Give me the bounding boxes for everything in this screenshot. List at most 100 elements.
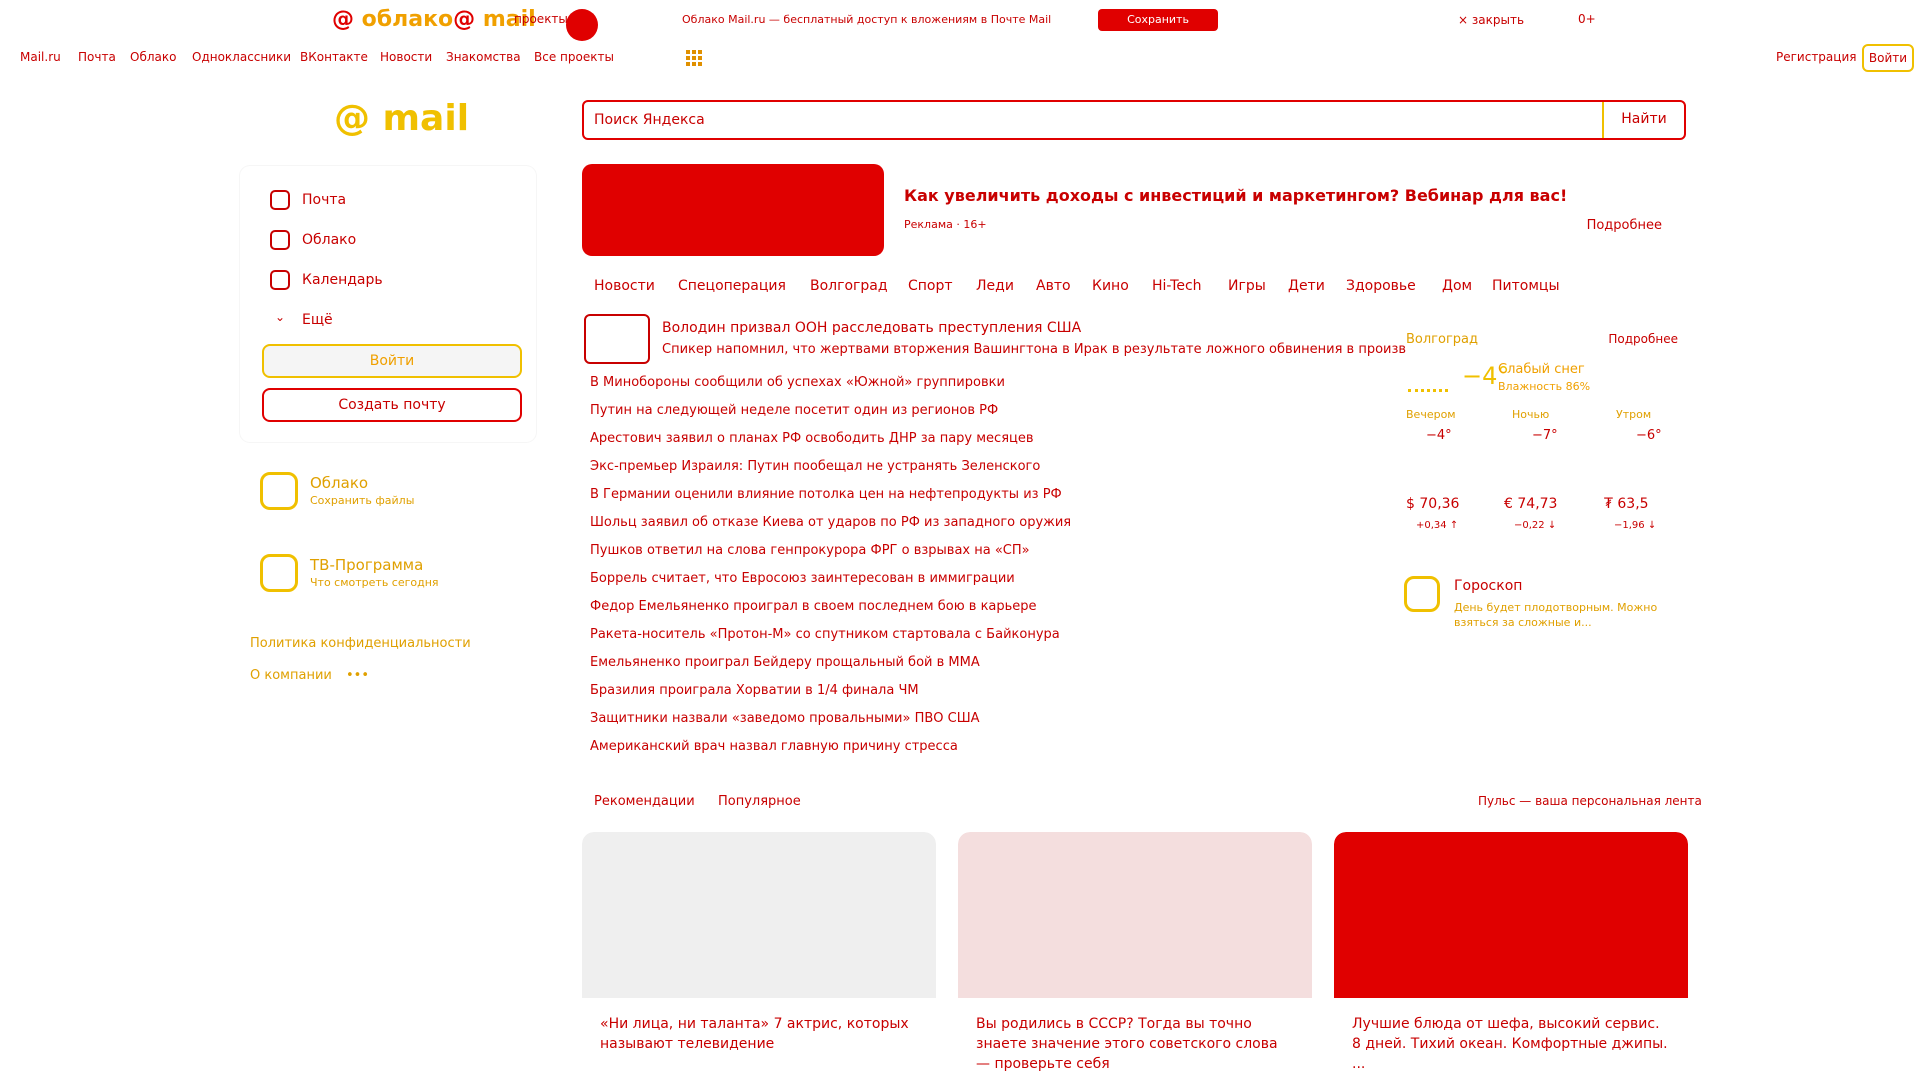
- weather-more-link[interactable]: Подробнее: [1608, 332, 1678, 346]
- about-link[interactable]: О компании •••: [250, 668, 369, 683]
- horoscope-text: День будет плодотворным. Можно взяться з…: [1454, 601, 1658, 629]
- news-item[interactable]: Бразилия проиграла Хорватии в 1/4 финала…: [590, 683, 919, 698]
- news-item[interactable]: В Германии оценили влияние потолка цен н…: [590, 487, 1062, 502]
- news-item[interactable]: Пушков ответил на слова генпрокурора ФРГ…: [590, 543, 1030, 558]
- tab-hitech[interactable]: Hi-Tech: [1152, 278, 1202, 294]
- news-item[interactable]: Шольц заявил об отказе Киева от ударов п…: [590, 515, 1071, 530]
- sidebar-item-calendar[interactable]: Календарь: [270, 270, 383, 290]
- news-item[interactable]: Боррель считает, что Евросоюз заинтересо…: [590, 571, 1015, 586]
- mail-logo[interactable]: @ mail: [334, 98, 469, 139]
- sidebar-login-button[interactable]: Войти: [262, 344, 522, 378]
- currency-widget[interactable]: $ 70,36 +0,34 ↑ € 74,73 −0,22 ↓ ₮ 63,5 −…: [1396, 480, 1688, 546]
- tab-special[interactable]: Спецоперация: [678, 278, 786, 294]
- news-item[interactable]: Федор Емельяненко проиграл в своем после…: [590, 599, 1037, 614]
- rate-eur: € 74,73: [1504, 496, 1558, 512]
- register-link[interactable]: Регистрация: [1776, 50, 1856, 64]
- tv-icon: [260, 554, 298, 592]
- promo-tv[interactable]: ТВ-Программа Что смотреть сегодня: [240, 542, 536, 618]
- nav-item-all-projects[interactable]: Все проекты: [534, 50, 614, 64]
- tab-games[interactable]: Игры: [1228, 278, 1266, 294]
- news-item[interactable]: Путин на следующей неделе посетит один и…: [590, 403, 998, 418]
- weather-part-label: Вечером: [1406, 408, 1456, 421]
- tab-auto[interactable]: Авто: [1036, 278, 1071, 294]
- feed-card[interactable]: Вы родились в СССР? Тогда вы точно знает…: [958, 832, 1312, 1080]
- horoscope-icon: [1404, 576, 1440, 612]
- nav-item-news[interactable]: Новости: [380, 50, 432, 64]
- tab-popular[interactable]: Популярное: [718, 794, 801, 809]
- weather-part-temp: −7°: [1532, 428, 1558, 443]
- sidebar-item-mail[interactable]: Почта: [270, 190, 346, 210]
- horoscope-title: Гороскоп: [1454, 578, 1523, 594]
- lead-news-image[interactable]: [584, 314, 650, 364]
- news-item[interactable]: Защитники назвали «заведомо провальными»…: [590, 711, 980, 726]
- lead-news-subtitle: Спикер напомнил, что жертвами вторжения …: [662, 342, 1407, 357]
- nav-item-vk[interactable]: ВКонтакте: [300, 50, 368, 64]
- tab-sport[interactable]: Спорт: [908, 278, 953, 294]
- rate-delta: −0,22 ↓: [1514, 520, 1557, 531]
- projects-link[interactable]: проекты: [514, 12, 568, 26]
- feed-card[interactable]: «Ни лица, ни таланта» 7 актрис, которых …: [582, 832, 936, 1080]
- banner-title: Как увеличить доходы с инвестиций и марк…: [904, 186, 1568, 205]
- weather-part-label: Утром: [1616, 408, 1652, 421]
- weather-part-label: Ночью: [1512, 408, 1550, 421]
- tab-recommendations[interactable]: Рекомендации: [594, 794, 695, 809]
- card-image: [582, 832, 936, 998]
- nav-item-mail[interactable]: Почта: [78, 50, 116, 64]
- rate-delta: −1,96 ↓: [1614, 520, 1657, 531]
- cloud-icon: [270, 230, 290, 250]
- weather-widget[interactable]: Волгоград Подробнее −4° Слабый снег Влаж…: [1396, 318, 1688, 468]
- portal-nav: Mail.ru Почта Облако Одноклассники ВКонт…: [0, 44, 1920, 72]
- header-login-button[interactable]: Войти: [1862, 44, 1914, 72]
- card-image: [1334, 832, 1688, 998]
- news-item[interactable]: Американский врач назвал главную причину…: [590, 739, 958, 754]
- create-mailbox-button[interactable]: Создать почту: [262, 388, 522, 422]
- feed-card[interactable]: Лучшие блюда от шефа, высокий сервис. 8 …: [1334, 832, 1688, 1080]
- horoscope-widget[interactable]: Гороскоп День будет плодотворным. Можно …: [1396, 564, 1688, 644]
- news-item[interactable]: Емельяненко проиграл Бейдеру прощальный …: [590, 655, 980, 670]
- cloud-logo[interactable]: @ облако@ mail: [332, 7, 536, 32]
- promo-close-button[interactable]: × закрыть: [1458, 13, 1524, 27]
- card-text: «Ни лица, ни таланта» 7 актрис, которых …: [600, 1016, 909, 1052]
- weather-part-temp: −4°: [1426, 428, 1452, 443]
- news-item[interactable]: Экс-премьер Израиля: Путин пообещал не у…: [590, 459, 1040, 474]
- rate-oil: ₮ 63,5: [1604, 496, 1649, 512]
- chevron-down-icon: ⌄: [274, 310, 286, 324]
- nav-item-dating[interactable]: Знакомства: [446, 50, 521, 64]
- search-box: Поиск Яндекса Найти: [582, 100, 1686, 140]
- lead-news-title[interactable]: Володин призвал ООН расследовать преступ…: [662, 320, 1081, 336]
- banner-label: Реклама · 16+: [904, 218, 987, 231]
- tab-health[interactable]: Здоровье: [1346, 278, 1416, 294]
- nav-item-cloud[interactable]: Облако: [130, 50, 176, 64]
- promo-badge-icon: [566, 9, 598, 41]
- weather-city[interactable]: Волгоград: [1406, 332, 1478, 347]
- sidebar-card: Почта Облако Календарь ⌄ Ещё Войти Создат…: [240, 166, 536, 442]
- news-item[interactable]: Арестович заявил о планах РФ освободить …: [590, 431, 1034, 446]
- feed-hint[interactable]: Пульс — ваша персональная лента: [1478, 794, 1702, 808]
- promo-title: Облако: [310, 474, 369, 492]
- search-input[interactable]: Поиск Яндекса: [594, 112, 705, 128]
- promo-cloud[interactable]: Облако Сохранить файлы: [240, 460, 536, 536]
- tab-lady[interactable]: Леди: [976, 278, 1014, 294]
- card-text: Вы родились в СССР? Тогда вы точно знает…: [976, 1016, 1278, 1072]
- tab-volgograd[interactable]: Волгоград: [810, 278, 888, 294]
- apps-grid-icon[interactable]: [686, 50, 702, 66]
- tab-news[interactable]: Новости: [594, 278, 655, 294]
- banner-more-link[interactable]: Подробнее: [1587, 218, 1662, 233]
- privacy-link[interactable]: Политика конфиденциальности: [250, 636, 471, 651]
- sidebar-item-more[interactable]: ⌄ Ещё: [270, 310, 333, 330]
- sidebar-item-cloud[interactable]: Облако: [270, 230, 356, 250]
- search-button[interactable]: Найти: [1602, 102, 1684, 138]
- tab-kids[interactable]: Дети: [1288, 278, 1325, 294]
- nav-item-mailru[interactable]: Mail.ru: [20, 50, 61, 64]
- news-item[interactable]: В Минобороны сообщили об успехах «Южной»…: [590, 375, 1005, 390]
- tab-home[interactable]: Дом: [1442, 278, 1472, 294]
- cloud-icon: [260, 472, 298, 510]
- tab-kino[interactable]: Кино: [1092, 278, 1129, 294]
- age-rating: 0+: [1578, 12, 1596, 26]
- more-icon[interactable]: •••: [346, 668, 369, 683]
- ad-banner[interactable]: Как увеличить доходы с инвестиций и марк…: [582, 164, 1686, 258]
- tab-pets[interactable]: Питомцы: [1492, 278, 1560, 294]
- news-item[interactable]: Ракета-носитель «Протон-М» со спутником …: [590, 627, 1060, 642]
- nav-item-ok[interactable]: Одноклассники: [192, 50, 291, 64]
- promo-cta-button[interactable]: Сохранить бесплатно: [1098, 9, 1218, 48]
